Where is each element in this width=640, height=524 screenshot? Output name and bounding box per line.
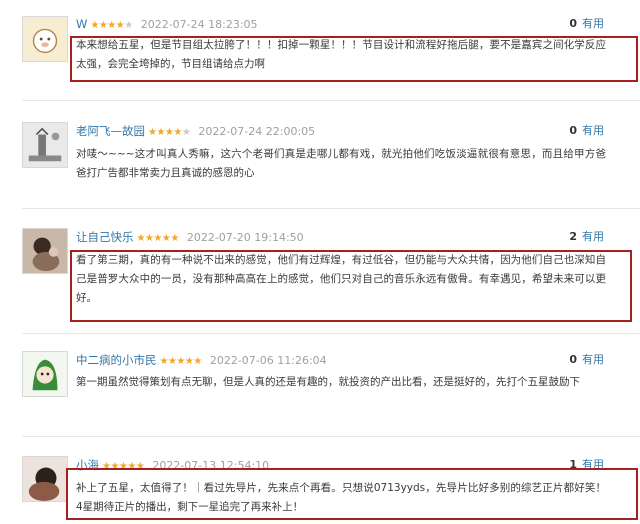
avatar[interactable]	[22, 16, 68, 62]
username-link[interactable]: W	[76, 17, 87, 31]
divider	[22, 333, 640, 334]
review-time: 2022-07-06 11:26:04	[209, 354, 327, 367]
review-meta: 老阿飞—故园 ★★★★★ 2022-07-24 22:00:05	[76, 122, 315, 140]
divider	[22, 208, 640, 209]
highlight-box	[66, 468, 638, 520]
review-time: 2022-07-24 22:00:05	[198, 125, 316, 138]
useful-button[interactable]: 有用	[582, 230, 604, 243]
highlight-box	[70, 36, 638, 82]
useful-button[interactable]: 有用	[582, 17, 604, 30]
review-meta: 让自己快乐 ★★★★★ 2022-07-20 19:14:50	[76, 228, 304, 246]
vote-count: 0	[569, 17, 577, 30]
vote-box: 2 有用	[569, 228, 604, 246]
rating-stars: ★★★★★	[148, 127, 191, 138]
username-link[interactable]: 中二病的小市民	[76, 353, 157, 367]
useful-button[interactable]: 有用	[582, 353, 604, 366]
review-time: 2022-07-20 19:14:50	[186, 231, 304, 244]
review-text: 第一期虽然觉得策划有点无聊，但是人真的还是有趣的，就投资的产出比看，还是挺好的，…	[76, 376, 580, 388]
username-link[interactable]: 老阿飞—故园	[76, 124, 145, 138]
review-meta: 中二病的小市民 ★★★★★ 2022-07-06 11:26:04	[76, 351, 327, 369]
username-link[interactable]: 让自己快乐	[76, 230, 134, 244]
review-text: 对唛～~~~这才叫真人秀嘛，这六个老哥们真是走哪儿都有戏，就光拍他们吃饭淡逼就很…	[76, 148, 606, 179]
review-meta: W ★★★★★ 2022-07-24 18:23:05	[76, 15, 258, 33]
vote-count: 0	[569, 124, 577, 137]
divider	[22, 436, 640, 437]
useful-button[interactable]: 有用	[582, 124, 604, 137]
vote-box: 0 有用	[569, 15, 604, 33]
review-time: 2022-07-24 18:23:05	[140, 18, 258, 31]
rating-stars: ★★★★★	[136, 233, 180, 244]
avatar[interactable]	[22, 228, 68, 274]
vote-box: 0 有用	[569, 351, 604, 369]
avatar[interactable]	[22, 456, 68, 502]
vote-count: 0	[569, 353, 577, 366]
divider	[22, 100, 640, 101]
vote-count: 2	[569, 230, 577, 243]
vote-box: 0 有用	[569, 122, 604, 140]
avatar[interactable]	[22, 122, 68, 168]
highlight-box	[70, 250, 632, 322]
rating-stars: ★★★★★	[159, 356, 203, 367]
rating-stars: ★★★★★	[90, 20, 133, 31]
avatar[interactable]	[22, 351, 68, 397]
